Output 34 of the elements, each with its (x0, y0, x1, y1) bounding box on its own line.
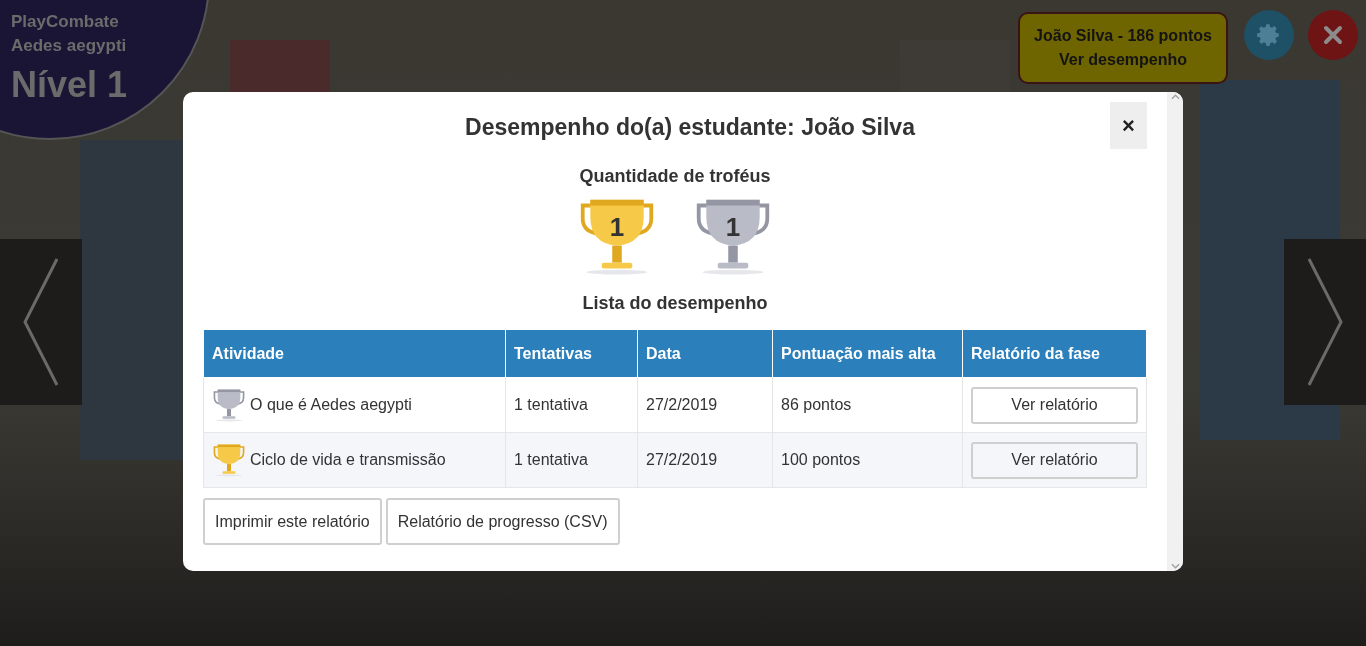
level-label: Nível 1 (11, 63, 128, 107)
table-cell: 100 pontos (772, 432, 963, 488)
trophies-heading: Quantidade de troféus (579, 165, 771, 188)
scroll-up-icon (1170, 94, 1180, 100)
dialog-title: Desempenho do(a) estudante: João Silva (465, 113, 915, 142)
game-title: PlayCombate (11, 11, 120, 33)
chevron-right-icon (1305, 257, 1345, 387)
report-button[interactable]: Relatório de progresso (CSV) (385, 498, 620, 545)
game-subtitle: Aedes aegypti (11, 35, 128, 57)
table-cell: 27/2/2019 (637, 432, 773, 488)
previous-arrow-button[interactable] (0, 239, 82, 405)
column-header: Data (637, 329, 773, 378)
activity-name: Ciclo de vida e transmissão (250, 450, 446, 470)
next-arrow-button[interactable] (1284, 239, 1366, 405)
view-report-button[interactable]: Ver relatório (971, 386, 1138, 424)
report-button[interactable]: Imprimir este relatório (203, 498, 382, 545)
column-header: Tentativas (505, 329, 638, 378)
chevron-left-icon (21, 257, 61, 387)
column-header: Atividade (203, 329, 506, 378)
trophy-count: 1 (724, 211, 742, 244)
column-header: Pontuação mais alta (772, 329, 963, 378)
column-header: Relatório da fase (962, 329, 1147, 378)
close-button[interactable]: × (1110, 102, 1147, 149)
trophy-count: 1 (608, 211, 626, 244)
scroll-down-icon (1170, 563, 1180, 569)
activity-name: O que é Aedes aegypti (250, 395, 412, 415)
table-cell: 1 tentativa (505, 432, 638, 488)
table-cell: 27/2/2019 (637, 377, 773, 433)
table-cell: 1 tentativa (505, 377, 638, 433)
close-icon (1321, 23, 1345, 47)
list-heading: Lista do desempenho (582, 292, 768, 315)
settings-icon (1256, 22, 1282, 48)
table-cell: 86 pontos (772, 377, 963, 433)
view-report-button[interactable]: Ver relatório (971, 441, 1138, 479)
